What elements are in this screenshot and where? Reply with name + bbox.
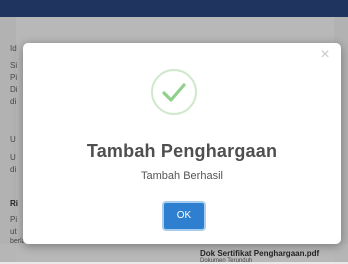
dialog-message: Tambah Berhasil — [141, 170, 223, 182]
success-dialog: × Tambah Penghargaan Tambah Berhasil OK — [23, 43, 341, 244]
close-icon[interactable]: × — [317, 47, 333, 63]
dialog-title: Tambah Penghargaan — [86, 141, 278, 161]
ok-button[interactable]: OK — [162, 201, 206, 231]
success-check-icon — [151, 69, 197, 115]
